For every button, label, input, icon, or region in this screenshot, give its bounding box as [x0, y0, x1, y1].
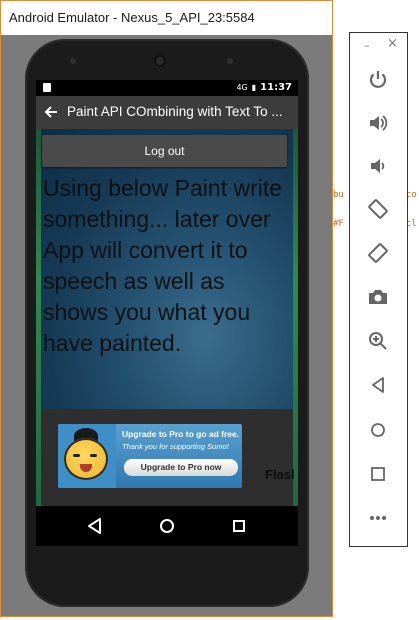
earpiece-speaker	[154, 55, 166, 67]
nav-home-icon[interactable]	[157, 516, 177, 536]
ide-code-fragment: bu	[333, 190, 344, 200]
ad-mascot	[58, 424, 116, 488]
rotate-left-icon[interactable]	[367, 198, 389, 220]
emulator-titlebar[interactable]: Android Emulator - Nexus_5_API_23:5584	[1, 1, 332, 35]
minimize-button[interactable]: –	[364, 39, 370, 52]
paint-canvas-area[interactable]: Log out Using below Paint write somethin…	[36, 129, 298, 506]
nav-recent-icon[interactable]	[229, 516, 249, 536]
mascot-face-icon	[64, 438, 108, 480]
zoom-icon[interactable]	[367, 330, 389, 352]
window-title: Android Emulator - Nexus_5_API_23:5584	[9, 10, 255, 25]
rotate-right-icon[interactable]	[367, 242, 389, 264]
close-button[interactable]: ×	[387, 36, 398, 51]
app-title: Paint API COmbining with Text To ...	[67, 104, 283, 119]
upgrade-pro-button[interactable]: Upgrade to Pro now	[124, 459, 238, 476]
camera-icon	[227, 58, 233, 64]
ad-area: Upgrade to Pro to go ad free. Thank you …	[41, 409, 295, 506]
volume-down-icon[interactable]	[367, 155, 389, 177]
device-screen[interactable]: 4G ▮ 11:37 Paint API COmbining with Text…	[36, 80, 298, 546]
camera-icon[interactable]	[367, 286, 389, 308]
canvas-border-right	[293, 129, 298, 506]
status-bar: 4G ▮ 11:37	[36, 80, 298, 96]
overview-icon[interactable]	[367, 463, 389, 485]
status-time: 11:37	[260, 82, 292, 93]
upgrade-ad-banner[interactable]: Upgrade to Pro to go ad free. Thank you …	[58, 424, 242, 488]
sd-card-icon	[43, 83, 51, 92]
logout-button[interactable]: Log out	[42, 135, 287, 167]
nav-back-icon[interactable]	[85, 516, 105, 536]
volume-up-icon[interactable]	[367, 112, 389, 134]
more-icon[interactable]	[367, 507, 389, 529]
battery-icon: ▮	[251, 83, 257, 92]
signal-icon: 4G	[236, 83, 248, 92]
ad-subline: Thank you for supporting Sumo!	[122, 442, 229, 451]
ad-headline: Upgrade to Pro to go ad free.	[122, 429, 240, 439]
phone-frame: 4G ▮ 11:37 Paint API COmbining with Text…	[25, 39, 309, 607]
flash-label[interactable]: Flasl	[265, 467, 295, 482]
back-icon[interactable]	[367, 374, 389, 396]
back-arrow-icon[interactable]	[40, 100, 62, 124]
app-bar: Paint API COmbining with Text To ...	[36, 96, 298, 129]
emulator-side-toolbar: – ×	[349, 32, 408, 547]
mascot-eye	[90, 454, 97, 457]
sensor-icon	[70, 58, 76, 64]
power-icon[interactable]	[367, 68, 389, 90]
emulator-window: Android Emulator - Nexus_5_API_23:5584 4…	[0, 0, 333, 617]
nav-bar	[36, 506, 298, 546]
instruction-text: Using below Paint write something... lat…	[43, 175, 283, 356]
mascot-eye	[73, 454, 80, 457]
home-icon[interactable]	[367, 419, 389, 441]
ide-code-fragment: #F	[333, 219, 344, 229]
